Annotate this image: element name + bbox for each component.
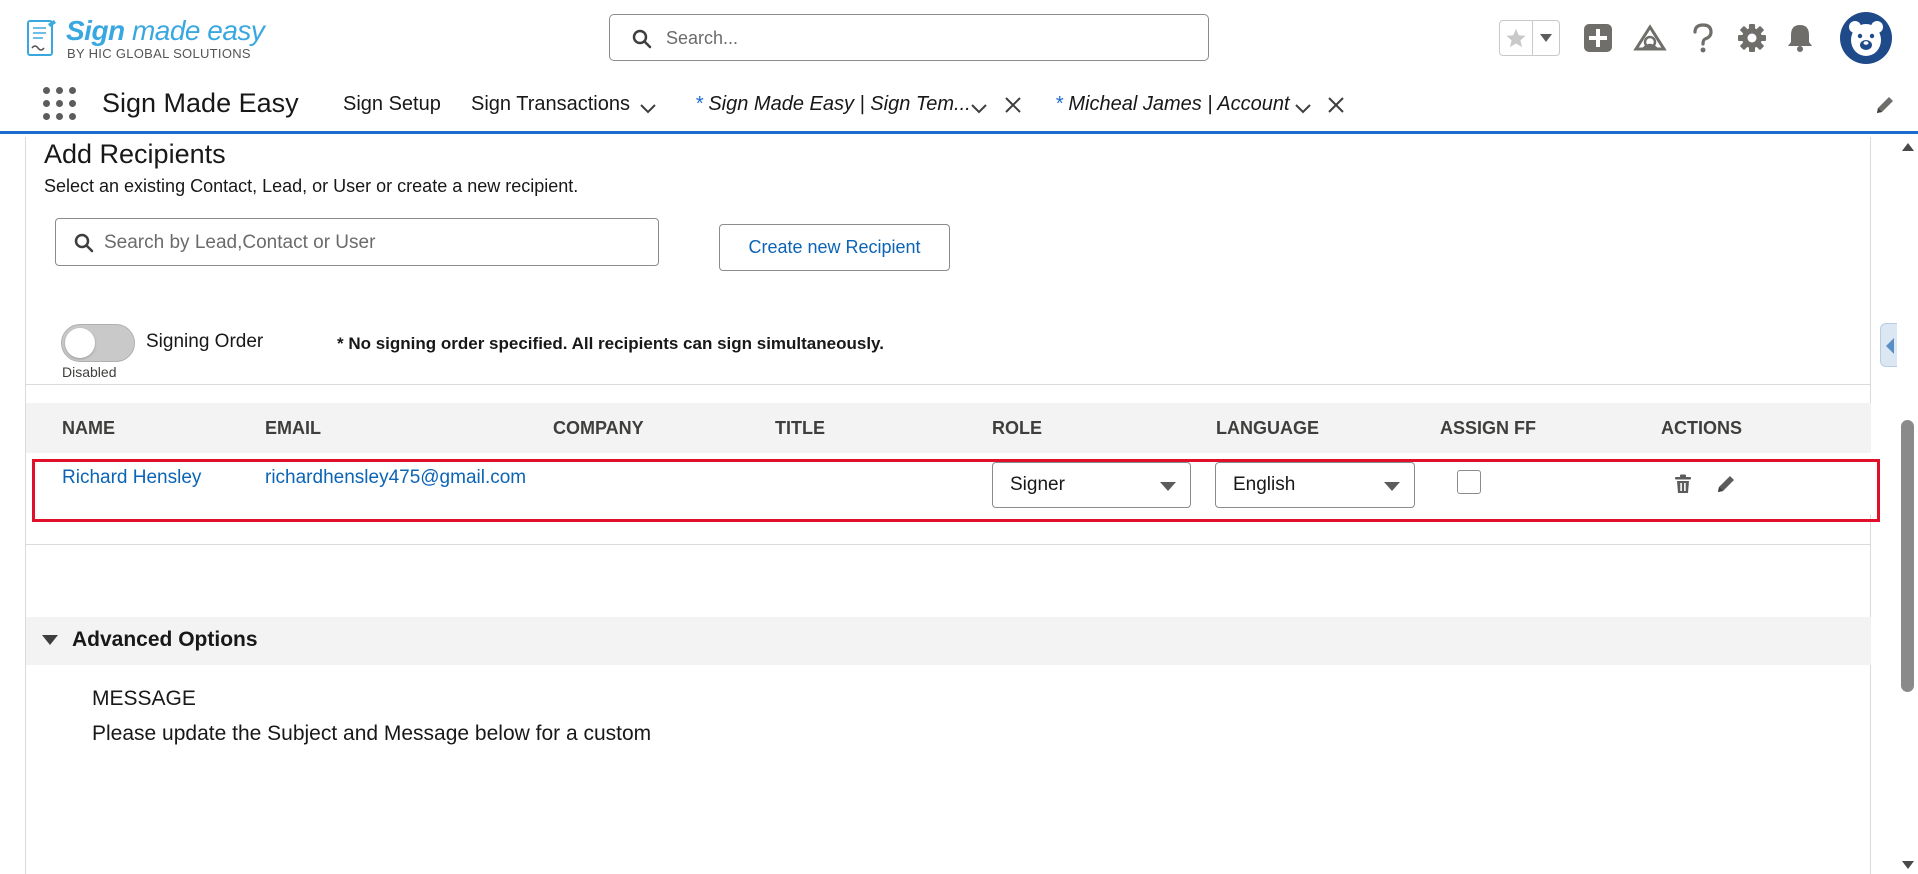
close-tab-icon[interactable]	[1325, 94, 1347, 116]
close-tab-icon[interactable]	[1002, 94, 1024, 116]
message-instructions: Please update the Subject and Message be…	[92, 722, 652, 745]
create-new-recipient-button[interactable]: Create new Recipient	[719, 224, 950, 271]
signing-order-toggle[interactable]	[61, 324, 135, 362]
trailhead-icon[interactable]	[1632, 20, 1668, 56]
app-launcher-icon[interactable]	[43, 87, 77, 121]
add-recipients-subtitle: Select an existing Contact, Lead, or Use…	[44, 176, 579, 196]
nav-item-sign-setup[interactable]: Sign Setup	[343, 93, 441, 116]
signing-order-state: Disabled	[62, 364, 117, 380]
signing-order-label: Signing Order	[146, 331, 264, 352]
column-header-role: ROLE	[992, 418, 1043, 438]
global-search-box[interactable]	[609, 14, 1209, 61]
add-recipients-title: Add Recipients	[44, 139, 226, 169]
column-header-name: NAME	[62, 418, 115, 438]
column-header-actions: ACTIONS	[1661, 418, 1742, 438]
app-logo[interactable]: Sign made easy BY HIC GLOBAL SOLUTIONS	[26, 15, 276, 62]
recipient-search-box[interactable]	[55, 218, 659, 266]
search-icon	[74, 233, 94, 253]
collapse-triangle-icon	[42, 635, 58, 645]
chevron-down-icon[interactable]	[969, 98, 989, 118]
bear-avatar-icon	[1849, 21, 1883, 56]
app-navigation-bar: Sign Made Easy Sign Setup Sign Transacti…	[0, 78, 1918, 134]
app-name: Sign Made Easy	[102, 88, 299, 118]
row-highlight-box	[32, 459, 1880, 522]
bell-icon[interactable]	[1782, 20, 1818, 56]
divider	[26, 384, 1871, 385]
document-logo-icon	[27, 20, 56, 56]
global-search-input[interactable]	[666, 23, 1186, 53]
avatar[interactable]	[1840, 12, 1892, 64]
recipient-search-input[interactable]	[104, 229, 644, 257]
favorites-group	[1499, 20, 1560, 56]
message-label: MESSAGE	[92, 687, 196, 710]
column-header-title: TITLE	[775, 418, 825, 438]
gear-icon[interactable]	[1734, 20, 1770, 56]
help-icon[interactable]	[1685, 20, 1721, 56]
column-header-company: COMPANY	[553, 418, 644, 438]
column-header-language: LANGUAGE	[1216, 418, 1319, 438]
chevron-down-icon[interactable]	[1293, 98, 1313, 118]
favorites-dropdown-icon[interactable]	[1533, 21, 1559, 55]
divider	[26, 544, 1871, 545]
signing-order-note: * No signing order specified. All recipi…	[337, 334, 884, 353]
chevron-down-icon[interactable]	[638, 98, 658, 118]
column-header-assign-ff: ASSIGN FF	[1440, 418, 1537, 438]
global-header: Sign made easy BY HIC GLOBAL SOLUTIONS	[0, 0, 1918, 78]
advanced-options-title: Advanced Options	[72, 628, 258, 651]
edit-nav-pencil-icon[interactable]	[1874, 94, 1896, 116]
column-header-email: EMAIL	[265, 418, 321, 438]
tab-account[interactable]: * Micheal James | Account	[1055, 93, 1290, 116]
toggle-knob	[65, 328, 95, 358]
scrollbar-thumb[interactable]	[1901, 420, 1914, 692]
nav-item-sign-transactions[interactable]: Sign Transactions	[471, 93, 630, 116]
search-icon	[632, 29, 652, 49]
logo-wordmark: Sign made easy	[66, 15, 265, 46]
advanced-options-header[interactable]: Advanced Options	[26, 617, 1871, 665]
scroll-down-arrow-icon[interactable]	[1902, 861, 1914, 869]
vertical-scrollbar[interactable]	[1897, 137, 1918, 874]
tab-sign-template[interactable]: * Sign Made Easy | Sign Tem...	[695, 93, 971, 116]
favorites-star-icon[interactable]	[1500, 21, 1534, 55]
recipients-table-header: NAME EMAIL COMPANY TITLE ROLE LANGUAGE A…	[26, 403, 1871, 453]
plus-icon[interactable]	[1580, 20, 1616, 56]
scroll-up-arrow-icon[interactable]	[1902, 143, 1914, 151]
logo-tagline: BY HIC GLOBAL SOLUTIONS	[67, 46, 251, 61]
